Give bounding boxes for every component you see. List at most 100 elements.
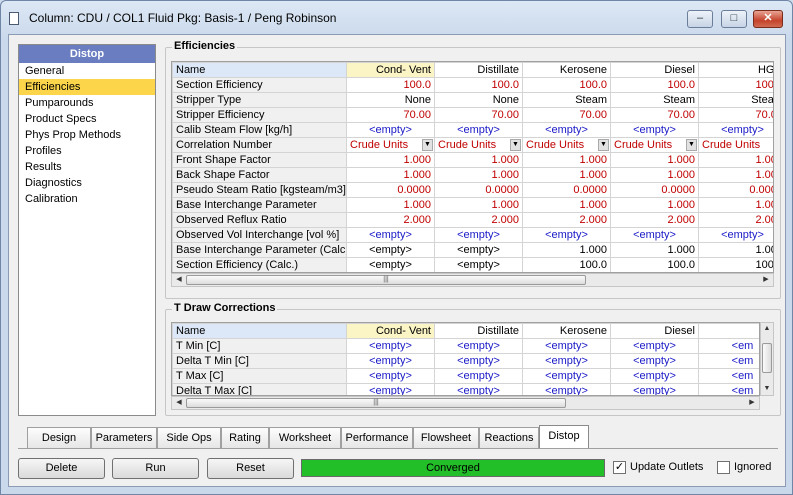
value-cell[interactable]: 2.000 [610, 212, 699, 228]
value-cell[interactable]: 1.000 [610, 167, 699, 183]
value-cell[interactable]: 1.000 [522, 152, 611, 168]
chevron-down-icon[interactable]: ▼ [422, 139, 433, 151]
empty-cell[interactable]: <empty> [434, 338, 523, 354]
value-cell[interactable]: 2.000 [434, 212, 523, 228]
value-cell[interactable]: 1.000 [698, 152, 773, 168]
restore-button[interactable]: □ [721, 10, 747, 28]
scroll-down-icon[interactable]: ▼ [761, 383, 773, 395]
column-header[interactable]: Diesel [610, 323, 699, 339]
tdraw-vscrollbar[interactable]: ▲ ▼ [760, 322, 774, 396]
value-cell[interactable]: Steam [610, 92, 699, 108]
value-cell[interactable]: 1.000 [346, 152, 435, 168]
column-header[interactable]: Name [172, 323, 347, 339]
empty-cell[interactable]: <empty> [610, 338, 699, 354]
empty-cell[interactable]: <empty> [610, 368, 699, 384]
value-cell[interactable]: None [434, 92, 523, 108]
correlation-dropdown[interactable]: Crude Units▼ [434, 137, 523, 153]
empty-cell[interactable]: <empty> [698, 227, 773, 243]
empty-cell[interactable]: <empty> [346, 353, 435, 369]
scroll-thumb[interactable]: ||| [186, 398, 566, 408]
value-cell[interactable]: 100.0 [698, 77, 773, 93]
tab-parameters[interactable]: Parameters [91, 427, 157, 448]
value-cell[interactable]: 1.000 [698, 197, 773, 213]
nav-item-calibration[interactable]: Calibration [19, 191, 155, 207]
empty-cell[interactable]: <empty> [522, 383, 611, 395]
value-cell[interactable]: None [346, 92, 435, 108]
tab-rating[interactable]: Rating [221, 427, 269, 448]
scroll-left-icon[interactable]: ◀ [172, 274, 186, 286]
tab-distop[interactable]: Distop [539, 425, 589, 448]
column-header[interactable]: Kerosene [522, 62, 611, 78]
column-header[interactable]: Diesel [610, 62, 699, 78]
value-cell[interactable]: 1.000 [610, 197, 699, 213]
empty-cell[interactable]: <empty> [434, 383, 523, 395]
tab-worksheet[interactable]: Worksheet [269, 427, 341, 448]
empty-cell[interactable]: <empty> [522, 227, 611, 243]
value-cell[interactable]: 1.000 [522, 167, 611, 183]
chevron-down-icon[interactable]: ▼ [598, 139, 609, 151]
value-cell[interactable]: 100.0 [346, 77, 435, 93]
scroll-up-icon[interactable]: ▲ [761, 323, 773, 335]
title-bar[interactable]: Column: CDU / COL1 Fluid Pkg: Basis-1 / … [1, 1, 792, 35]
tab-design[interactable]: Design [27, 427, 91, 448]
column-header[interactable] [698, 323, 759, 339]
tab-side-ops[interactable]: Side Ops [157, 427, 221, 448]
update-outlets-checkbox[interactable]: ✓ [613, 461, 626, 474]
correlation-dropdown[interactable]: Crude Units▼ [698, 137, 773, 153]
empty-cell[interactable]: <empty> [434, 353, 523, 369]
delete-button[interactable]: Delete [18, 458, 105, 479]
value-cell[interactable]: Steam [698, 92, 773, 108]
empty-cell[interactable]: <empty> [522, 122, 611, 138]
empty-cell[interactable]: <empty> [346, 122, 435, 138]
value-cell[interactable]: 1.000 [434, 197, 523, 213]
empty-cell[interactable]: <empty> [522, 353, 611, 369]
vscroll-thumb[interactable] [762, 343, 772, 373]
nav-item-phys-prop-methods[interactable]: Phys Prop Methods [19, 127, 155, 143]
value-cell[interactable]: 2.000 [346, 212, 435, 228]
empty-cell[interactable]: <empty> [610, 122, 699, 138]
empty-cell[interactable]: <empty> [346, 383, 435, 395]
empty-cell[interactable]: <empty> [522, 368, 611, 384]
value-cell[interactable]: 100.0 [522, 77, 611, 93]
value-cell[interactable]: 1.000 [698, 167, 773, 183]
value-cell[interactable]: 0.0000 [698, 182, 773, 198]
value-cell[interactable]: 0.0000 [610, 182, 699, 198]
nav-item-product-specs[interactable]: Product Specs [19, 111, 155, 127]
empty-cell[interactable]: <em [698, 353, 759, 369]
value-cell[interactable]: 1.000 [434, 152, 523, 168]
column-header[interactable]: Cond- Vent [346, 323, 435, 339]
minimize-button[interactable]: ‒ [687, 10, 713, 28]
value-cell[interactable]: 70.00 [346, 107, 435, 123]
column-header[interactable]: Cond- Vent [346, 62, 435, 78]
nav-item-profiles[interactable]: Profiles [19, 143, 155, 159]
empty-cell[interactable]: <empty> [698, 122, 773, 138]
value-cell[interactable]: 0.0000 [434, 182, 523, 198]
tab-flowsheet[interactable]: Flowsheet [413, 427, 479, 448]
empty-cell[interactable]: <empty> [522, 338, 611, 354]
empty-cell[interactable]: <empty> [346, 338, 435, 354]
empty-cell[interactable]: <empty> [434, 122, 523, 138]
empty-cell[interactable]: <em [698, 383, 759, 395]
close-button[interactable]: ✕ [753, 10, 783, 28]
value-cell[interactable]: 1.000 [346, 167, 435, 183]
value-cell[interactable]: 70.00 [610, 107, 699, 123]
column-header[interactable]: Distillate [434, 62, 523, 78]
nav-item-results[interactable]: Results [19, 159, 155, 175]
scroll-thumb[interactable]: ||| [186, 275, 586, 285]
value-cell[interactable]: 70.00 [434, 107, 523, 123]
chevron-down-icon[interactable]: ▼ [686, 139, 697, 151]
empty-cell[interactable]: <em [698, 368, 759, 384]
correlation-dropdown[interactable]: Crude Units▼ [346, 137, 435, 153]
value-cell[interactable]: 2.000 [698, 212, 773, 228]
empty-cell[interactable]: <em [698, 338, 759, 354]
nav-item-pumparounds[interactable]: Pumparounds [19, 95, 155, 111]
value-cell[interactable]: 1.000 [610, 152, 699, 168]
tdraw-grid[interactable]: Name Cond- Vent Distillate Kerosene Diesel T … [171, 322, 760, 396]
tab-performance[interactable]: Performance [341, 427, 413, 448]
scroll-right-icon[interactable]: ▶ [745, 397, 759, 409]
empty-cell[interactable]: <empty> [610, 227, 699, 243]
value-cell[interactable]: 1.000 [522, 197, 611, 213]
value-cell[interactable]: 100.0 [610, 77, 699, 93]
empty-cell[interactable]: <empty> [610, 353, 699, 369]
empty-cell[interactable]: <empty> [346, 227, 435, 243]
